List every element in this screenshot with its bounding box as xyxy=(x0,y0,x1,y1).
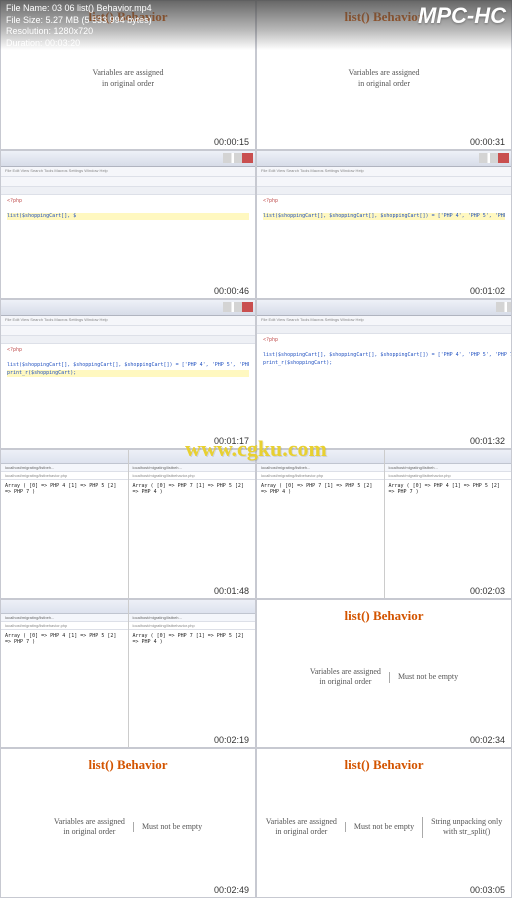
timestamp: 00:01:02 xyxy=(468,286,507,296)
thumbnail-9[interactable]: localhost/migrating/listbeh... localhost… xyxy=(0,599,256,749)
browser-tab: localhost/migrating/listbeh... xyxy=(1,464,128,472)
browser-tab: localhost/migrating/listbeh... xyxy=(129,614,256,622)
thumbnail-5[interactable]: File Edit View Search Tools Macros Setti… xyxy=(0,299,256,449)
player-logo: MPC-HC xyxy=(418,2,506,31)
timestamp: 00:02:49 xyxy=(212,885,251,895)
slide-title: list() Behavior xyxy=(257,608,511,624)
timestamp: 00:01:48 xyxy=(212,586,251,596)
address-bar: localhost/migrating/listbehavior.php xyxy=(129,472,256,480)
timestamp: 00:02:34 xyxy=(468,735,507,745)
address-bar: localhost/migrating/listbehavior.php xyxy=(257,472,384,480)
address-bar: localhost/migrating/listbehavior.php xyxy=(1,622,128,630)
address-bar: localhost/migrating/listbehavior.php xyxy=(129,622,256,630)
browser-titlebar xyxy=(129,600,256,614)
thumbnail-12[interactable]: list() Behavior Variables are assignedin… xyxy=(256,748,512,898)
code-area: <?php list($shoppingCart[], $shoppingCar… xyxy=(257,334,512,448)
thumbnail-11[interactable]: list() Behavior Variables are assignedin… xyxy=(0,748,256,898)
browser-titlebar xyxy=(1,450,128,464)
slide-point: Must not be empty xyxy=(345,822,422,832)
browser-tab: localhost/migrating/listbeh... xyxy=(129,464,256,472)
timestamp: 00:00:31 xyxy=(468,137,507,147)
editor-menubar: File Edit View Search Tools Macros Setti… xyxy=(257,167,511,177)
browser-output: Array ( [0] => PHP 4 [1] => PHP 5 [2] =>… xyxy=(1,480,128,598)
browser-output: Array ( [0] => PHP 7 [1] => PHP 5 [2] =>… xyxy=(129,630,256,748)
browser-tab: localhost/migrating/listbeh... xyxy=(1,614,128,622)
slide-point: Must not be empty xyxy=(389,672,466,682)
code-area: <?php list($shoppingCart[], $shoppingCar… xyxy=(1,344,255,448)
resolution: 1280x720 xyxy=(54,26,94,36)
thumbnail-8[interactable]: localhost/migrating/listbeh... localhost… xyxy=(256,449,512,599)
browser-output: Array ( [0] => PHP 7 [1] => PHP 5 [2] =>… xyxy=(129,480,256,598)
browser-titlebar xyxy=(385,450,512,464)
slide-point: Variables are assignedin original order xyxy=(258,817,345,838)
slide-point: Variables are assignedin original order xyxy=(84,68,171,89)
duration: 00:03:20 xyxy=(45,38,80,48)
editor-tab xyxy=(1,187,255,195)
browser-output: Array ( [0] => PHP 7 [1] => PHP 5 [2] =>… xyxy=(257,480,384,598)
window-titlebar xyxy=(257,151,511,167)
slide-point: Must not be empty xyxy=(133,822,210,832)
thumbnail-7[interactable]: localhost/migrating/listbeh... localhost… xyxy=(0,449,256,599)
browser-tab: localhost/migrating/listbeh... xyxy=(257,464,384,472)
address-bar: localhost/migrating/listbehavior.php xyxy=(1,472,128,480)
slide-point: Variables are assignedin original order xyxy=(340,68,427,89)
code-area: <?php list($shoppingCart[], $shoppingCar… xyxy=(257,195,511,299)
thumbnail-4[interactable]: File Edit View Search Tools Macros Setti… xyxy=(256,150,512,300)
timestamp: 00:02:19 xyxy=(212,735,251,745)
editor-menubar: File Edit View Search Tools Macros Setti… xyxy=(1,316,255,326)
thumbnail-6[interactable]: File Edit View Search Tools Macros Setti… xyxy=(256,299,512,449)
editor-toolbar xyxy=(1,326,255,336)
editor-tab xyxy=(1,336,255,344)
editor-toolbar xyxy=(257,177,511,187)
address-bar: localhost/migrating/listbehavior.php xyxy=(385,472,512,480)
slide-point: String unpacking onlywith str_split() xyxy=(422,817,510,838)
media-info-overlay: File Name: 03 06 list() Behavior.mp4 Fil… xyxy=(0,0,512,50)
browser-output: Array ( [0] => PHP 4 [1] => PHP 5 [2] =>… xyxy=(385,480,512,598)
timestamp: 00:03:05 xyxy=(468,885,507,895)
browser-tab: localhost/migrating/listbeh... xyxy=(385,464,512,472)
timestamp: 00:02:03 xyxy=(468,586,507,596)
file-name: 03 06 list() Behavior.mp4 xyxy=(52,3,152,13)
thumbnail-3[interactable]: File Edit View Search Tools Macros Setti… xyxy=(0,150,256,300)
thumbnail-10[interactable]: list() Behavior Variables are assignedin… xyxy=(256,599,512,749)
window-titlebar xyxy=(1,300,255,316)
timestamp: 00:00:15 xyxy=(212,137,251,147)
file-size: 5.27 MB (5 533 994 bytes) xyxy=(46,15,152,25)
timestamp: 00:01:32 xyxy=(468,436,507,446)
browser-output: Array ( [0] => PHP 4 [1] => PHP 5 [2] =>… xyxy=(1,630,128,748)
window-titlebar xyxy=(1,151,255,167)
slide-point: Variables are assignedin original order xyxy=(302,667,389,688)
watermark-text: www.cgku.com xyxy=(185,436,327,462)
editor-menubar: File Edit View Search Tools Macros Setti… xyxy=(1,167,255,177)
slide-title: list() Behavior xyxy=(257,757,511,773)
window-titlebar xyxy=(257,300,512,316)
slide-point: Variables are assignedin original order xyxy=(46,817,133,838)
code-area: <?php list($shoppingCart[], $ xyxy=(1,195,255,299)
editor-toolbar xyxy=(1,177,255,187)
browser-titlebar xyxy=(1,600,128,614)
editor-tab xyxy=(257,187,511,195)
timestamp: 00:00:46 xyxy=(212,286,251,296)
slide-title: list() Behavior xyxy=(1,757,255,773)
